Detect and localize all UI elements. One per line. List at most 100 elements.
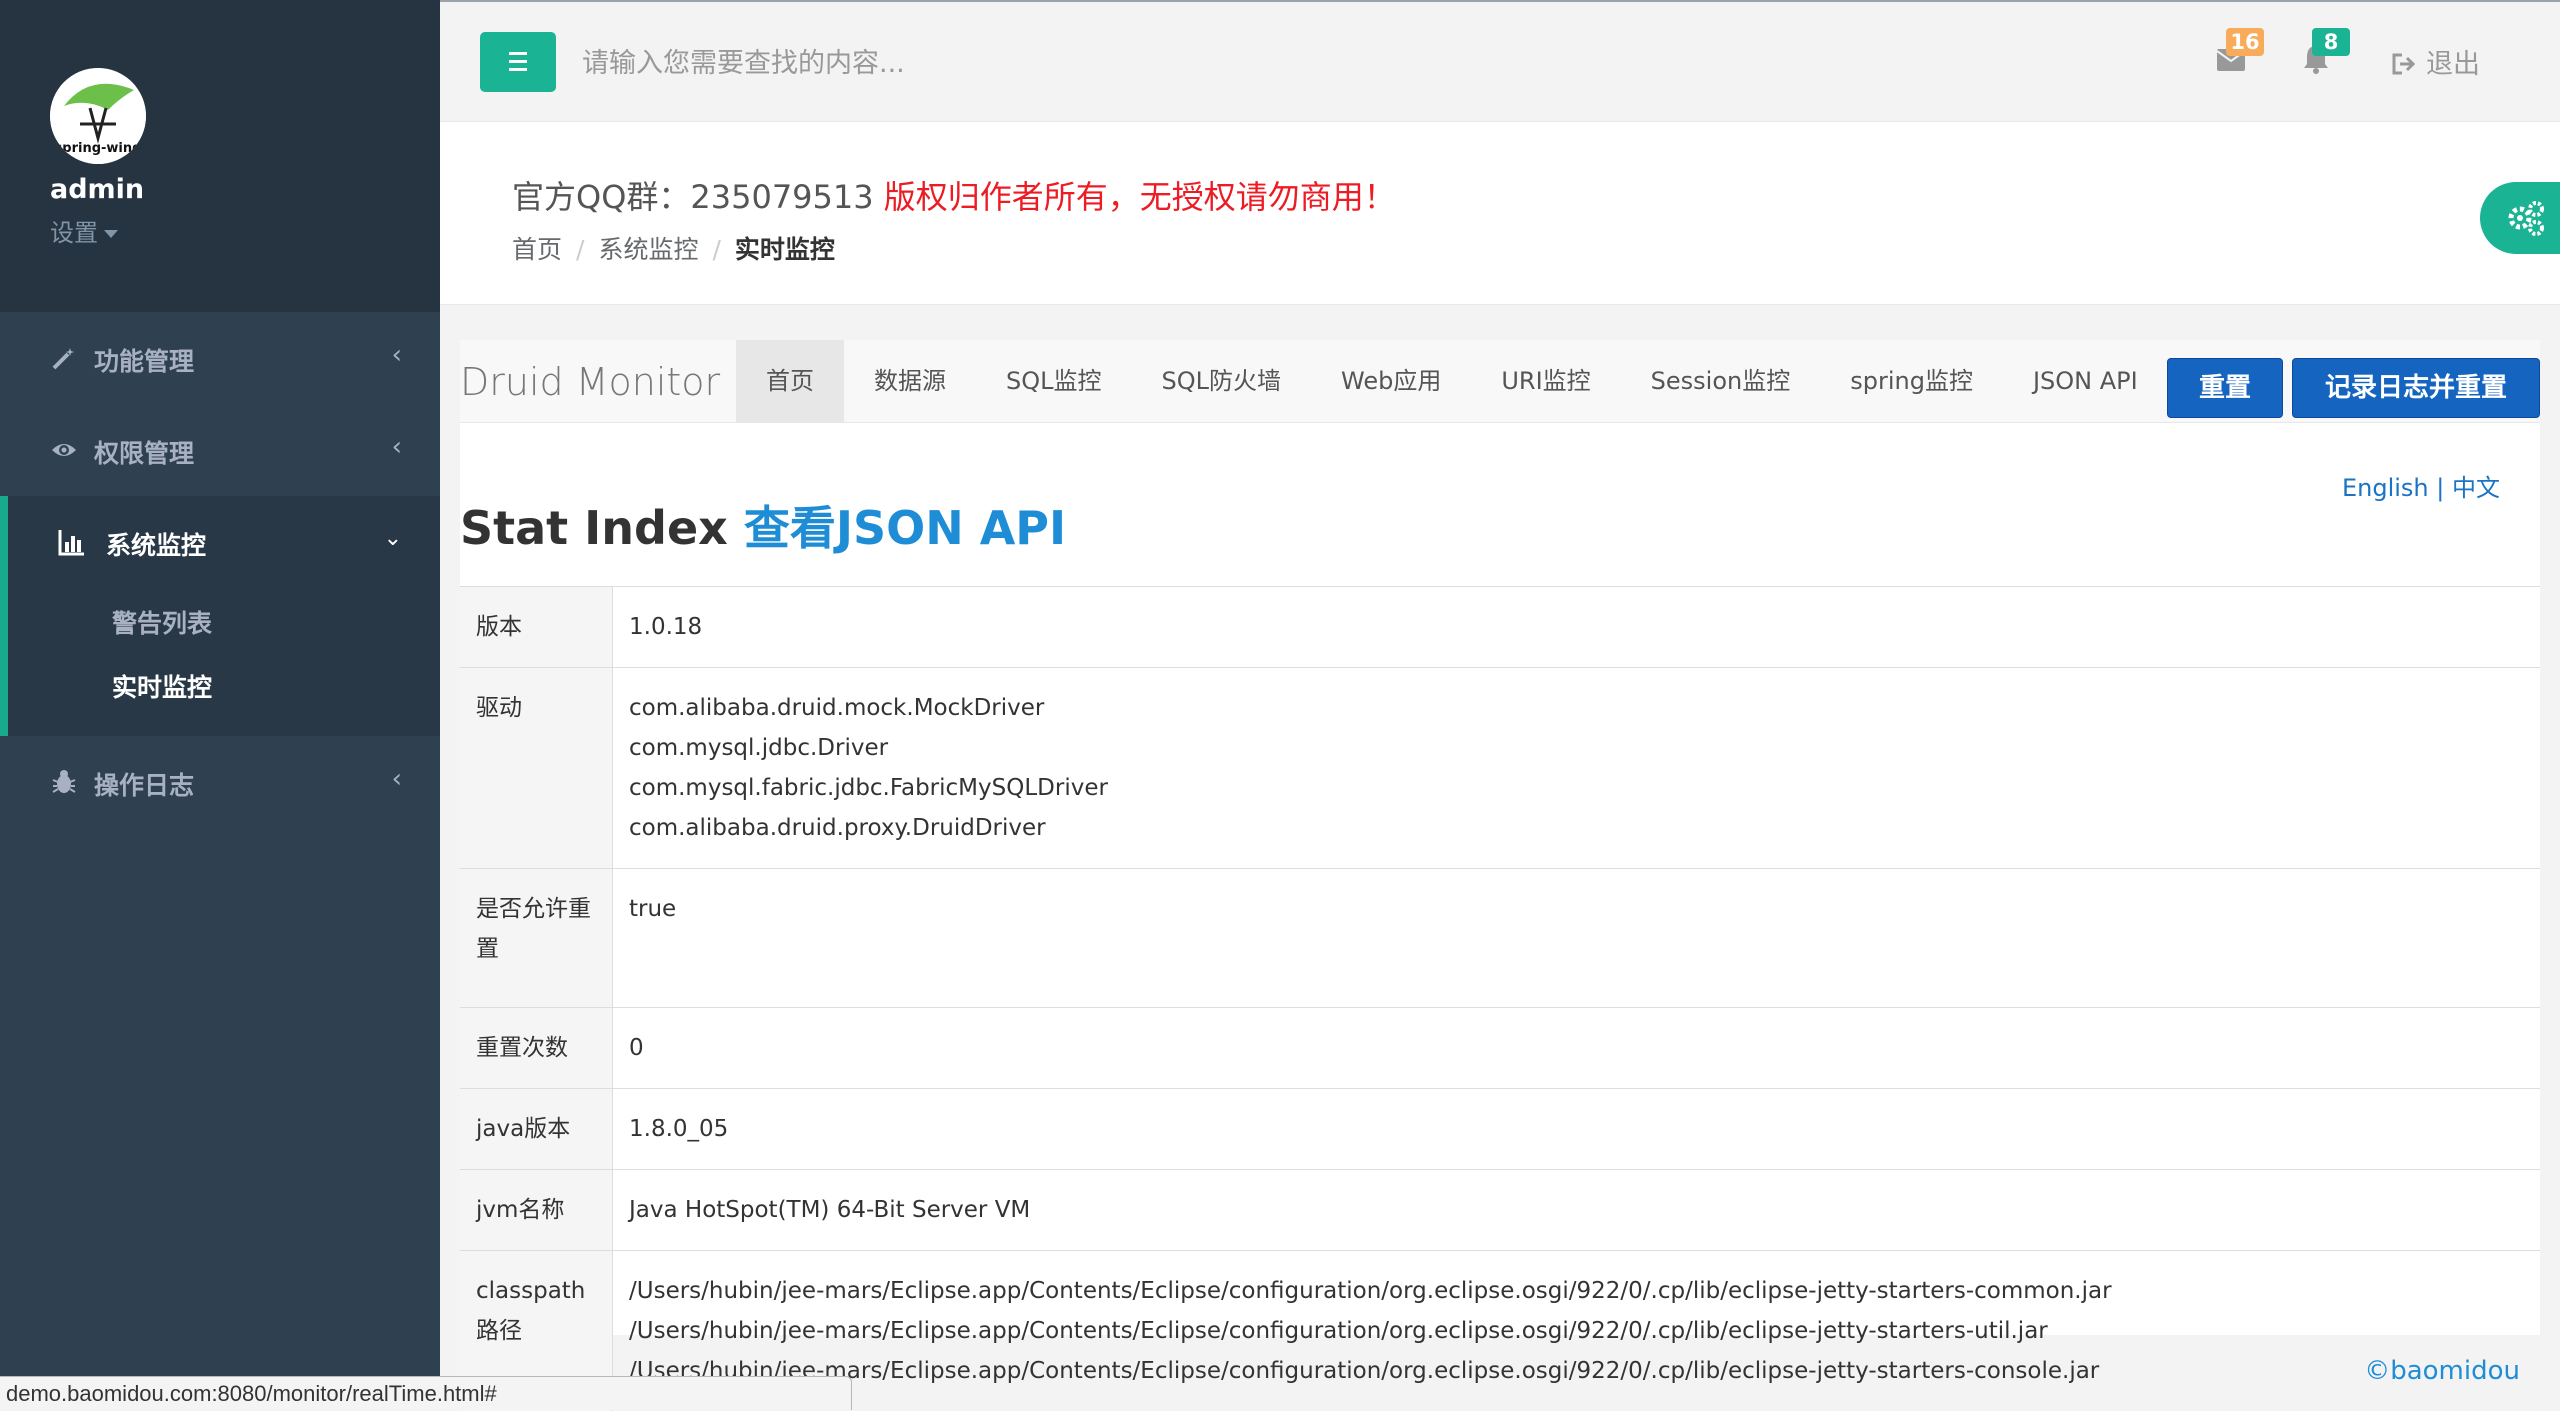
value-line: /Users/hubin/jee-mars/Eclipse.app/Conten… bbox=[629, 1271, 2524, 1311]
stat-info-table: 版本 1.0.18 驱动 com.alibaba.druid.mock.Mock… bbox=[460, 586, 2540, 1411]
value-line: true bbox=[629, 889, 2524, 929]
tab-uri-monitor[interactable]: URI监控 bbox=[1471, 340, 1620, 422]
value-line: com.mysql.jdbc.Driver bbox=[629, 728, 2524, 768]
table-row: 是否允许重置 true bbox=[460, 869, 2540, 1008]
reset-button[interactable]: 重置 bbox=[2167, 358, 2283, 418]
row-key: 驱动 bbox=[460, 668, 613, 869]
tab-web-app[interactable]: Web应用 bbox=[1311, 340, 1471, 422]
notification-count-badge: 8 bbox=[2312, 28, 2350, 56]
sidebar-item-label: 系统监控 bbox=[106, 526, 206, 562]
spring-wind-logo: spring-wind bbox=[50, 68, 146, 164]
row-key: java版本 bbox=[460, 1089, 613, 1170]
row-value: /Users/hubin/jee-mars/Eclipse.app/Conten… bbox=[613, 1251, 2541, 1411]
table-row: 版本 1.0.18 bbox=[460, 587, 2540, 668]
sidebar-item-label: 功能管理 bbox=[94, 342, 194, 378]
value-line: /Users/hubin/jee-mars/Eclipse.app/Conten… bbox=[629, 1351, 2524, 1391]
caret-down-icon bbox=[104, 230, 118, 238]
copyright-warning: 版权归作者所有，无授权请勿商用！ bbox=[884, 178, 1396, 216]
table-row: 驱动 com.alibaba.druid.mock.MockDriver com… bbox=[460, 668, 2540, 869]
page-header: 官方QQ群：235079513 版权归作者所有，无授权请勿商用！ 首页/系统监控… bbox=[440, 122, 2560, 305]
sign-out-icon bbox=[2392, 53, 2418, 75]
sidebar-subitem-alert-list[interactable]: 警告列表 bbox=[112, 604, 212, 640]
row-value: true bbox=[613, 869, 2541, 1008]
table-row: 重置次数 0 bbox=[460, 1008, 2540, 1089]
eye-icon bbox=[50, 436, 78, 464]
search-input[interactable] bbox=[580, 32, 1484, 94]
chevron-left-icon: ‹ bbox=[392, 764, 402, 794]
settings-label: 设置 bbox=[50, 219, 98, 247]
value-line: com.alibaba.druid.mock.MockDriver bbox=[629, 688, 2524, 728]
svg-text:spring-wind: spring-wind bbox=[55, 141, 142, 156]
tab-sql-firewall[interactable]: SQL防火墙 bbox=[1132, 340, 1312, 422]
value-line: 1.8.0_05 bbox=[629, 1109, 2524, 1149]
log-and-reset-button[interactable]: 记录日志并重置 bbox=[2292, 358, 2540, 418]
wand-icon bbox=[50, 344, 78, 372]
sidebar-item-system-monitor[interactable]: 系统监控 ⌄ bbox=[0, 496, 440, 588]
stat-index-title: Stat Index 查看JSON API bbox=[460, 492, 1066, 558]
breadcrumb: 首页/系统监控/实时监控 bbox=[512, 230, 835, 266]
druid-tabs: 首页 数据源 SQL监控 SQL防火墙 Web应用 URI监控 Session监… bbox=[736, 340, 2168, 422]
settings-dropdown[interactable]: 设置 bbox=[50, 213, 118, 248]
bug-icon bbox=[50, 768, 78, 796]
theme-settings-button[interactable] bbox=[2480, 182, 2560, 254]
bar-chart-icon bbox=[58, 528, 86, 556]
breadcrumb-system-monitor[interactable]: 系统监控 bbox=[598, 235, 698, 264]
row-value: 1.8.0_05 bbox=[613, 1089, 2541, 1170]
druid-monitor-panel: Druid Monitor 首页 数据源 SQL监控 SQL防火墙 Web应用 … bbox=[460, 340, 2540, 1335]
druid-navbar: Druid Monitor 首页 数据源 SQL监控 SQL防火墙 Web应用 … bbox=[460, 340, 2540, 423]
breadcrumb-home[interactable]: 首页 bbox=[512, 235, 562, 264]
json-api-link[interactable]: 查看JSON API bbox=[744, 501, 1066, 555]
tab-session-monitor[interactable]: Session监控 bbox=[1621, 340, 1821, 422]
top-navbar: 16 8 退出 bbox=[440, 0, 2560, 122]
row-key: 是否允许重置 bbox=[460, 869, 613, 1008]
table-row: jvm名称 Java HotSpot(TM) 64-Bit Server VM bbox=[460, 1170, 2540, 1251]
value-line: 1.0.18 bbox=[629, 607, 2524, 647]
menu-toggle-button[interactable] bbox=[480, 32, 556, 92]
chevron-left-icon: ‹ bbox=[392, 340, 402, 370]
avatar[interactable]: spring-wind bbox=[50, 68, 146, 164]
language-switcher: English | 中文 bbox=[2342, 468, 2500, 503]
druid-brand[interactable]: Druid Monitor bbox=[460, 360, 720, 404]
value-line: com.alibaba.druid.proxy.DruidDriver bbox=[629, 808, 2524, 848]
notification-button[interactable]: 8 bbox=[2302, 44, 2332, 74]
sidebar-item-function-management[interactable]: 功能管理 ‹ bbox=[0, 312, 440, 404]
sidebar-item-label: 操作日志 bbox=[94, 766, 194, 802]
logout-button[interactable]: 退出 bbox=[2392, 42, 2480, 81]
tab-json-api[interactable]: JSON API bbox=[2003, 340, 2168, 422]
lang-chinese-link[interactable]: 中文 bbox=[2452, 474, 2500, 502]
tab-home[interactable]: 首页 bbox=[736, 340, 844, 422]
footer-copyright[interactable]: ©baomidou bbox=[2364, 1356, 2520, 1386]
tab-sql-monitor[interactable]: SQL监控 bbox=[976, 340, 1132, 422]
lang-english-link[interactable]: English bbox=[2342, 474, 2429, 502]
profile-panel: spring-wind admin 设置 bbox=[0, 0, 440, 312]
mail-button[interactable]: 16 bbox=[2216, 44, 2246, 74]
page-title: 官方QQ群：235079513 版权归作者所有，无授权请勿商用！ bbox=[512, 172, 1396, 218]
sidebar-item-label: 权限管理 bbox=[94, 434, 194, 470]
table-row: java版本 1.8.0_05 bbox=[460, 1089, 2540, 1170]
mail-count-badge: 16 bbox=[2226, 28, 2264, 56]
lang-separator: | bbox=[2436, 474, 2444, 502]
logout-label: 退出 bbox=[2426, 49, 2480, 80]
row-key: jvm名称 bbox=[460, 1170, 613, 1251]
username: admin bbox=[50, 174, 144, 205]
sidebar-item-permission-management[interactable]: 权限管理 ‹ bbox=[0, 404, 440, 496]
sidebar-item-operation-log[interactable]: 操作日志 ‹ bbox=[0, 736, 440, 828]
row-value: com.alibaba.druid.mock.MockDriver com.my… bbox=[613, 668, 2541, 869]
value-line: Java HotSpot(TM) 64-Bit Server VM bbox=[629, 1190, 2524, 1230]
value-line: 0 bbox=[629, 1028, 2524, 1068]
chevron-down-icon: ⌄ bbox=[384, 526, 402, 551]
row-value: Java HotSpot(TM) 64-Bit Server VM bbox=[613, 1170, 2541, 1251]
browser-status-url: demo.baomidou.com:8080/monitor/realTime.… bbox=[0, 1376, 852, 1410]
sidebar-subitem-realtime-monitor[interactable]: 实时监控 bbox=[112, 668, 212, 704]
chevron-left-icon: ‹ bbox=[392, 432, 402, 462]
sidebar-active-group: 系统监控 ⌄ 警告列表 实时监控 bbox=[0, 496, 440, 736]
qq-group-text: 官方QQ群：235079513 bbox=[512, 178, 884, 216]
gears-icon bbox=[2506, 198, 2546, 238]
breadcrumb-current: 实时监控 bbox=[735, 235, 835, 264]
row-value: 0 bbox=[613, 1008, 2541, 1089]
sidebar: spring-wind admin 设置 功能管理 ‹ 权限管理 ‹ 系统监控 … bbox=[0, 0, 440, 1410]
tab-datasource[interactable]: 数据源 bbox=[844, 340, 976, 422]
row-key: 版本 bbox=[460, 587, 613, 668]
value-line: /Users/hubin/jee-mars/Eclipse.app/Conten… bbox=[629, 1311, 2524, 1351]
tab-spring-monitor[interactable]: spring监控 bbox=[1820, 340, 2003, 422]
